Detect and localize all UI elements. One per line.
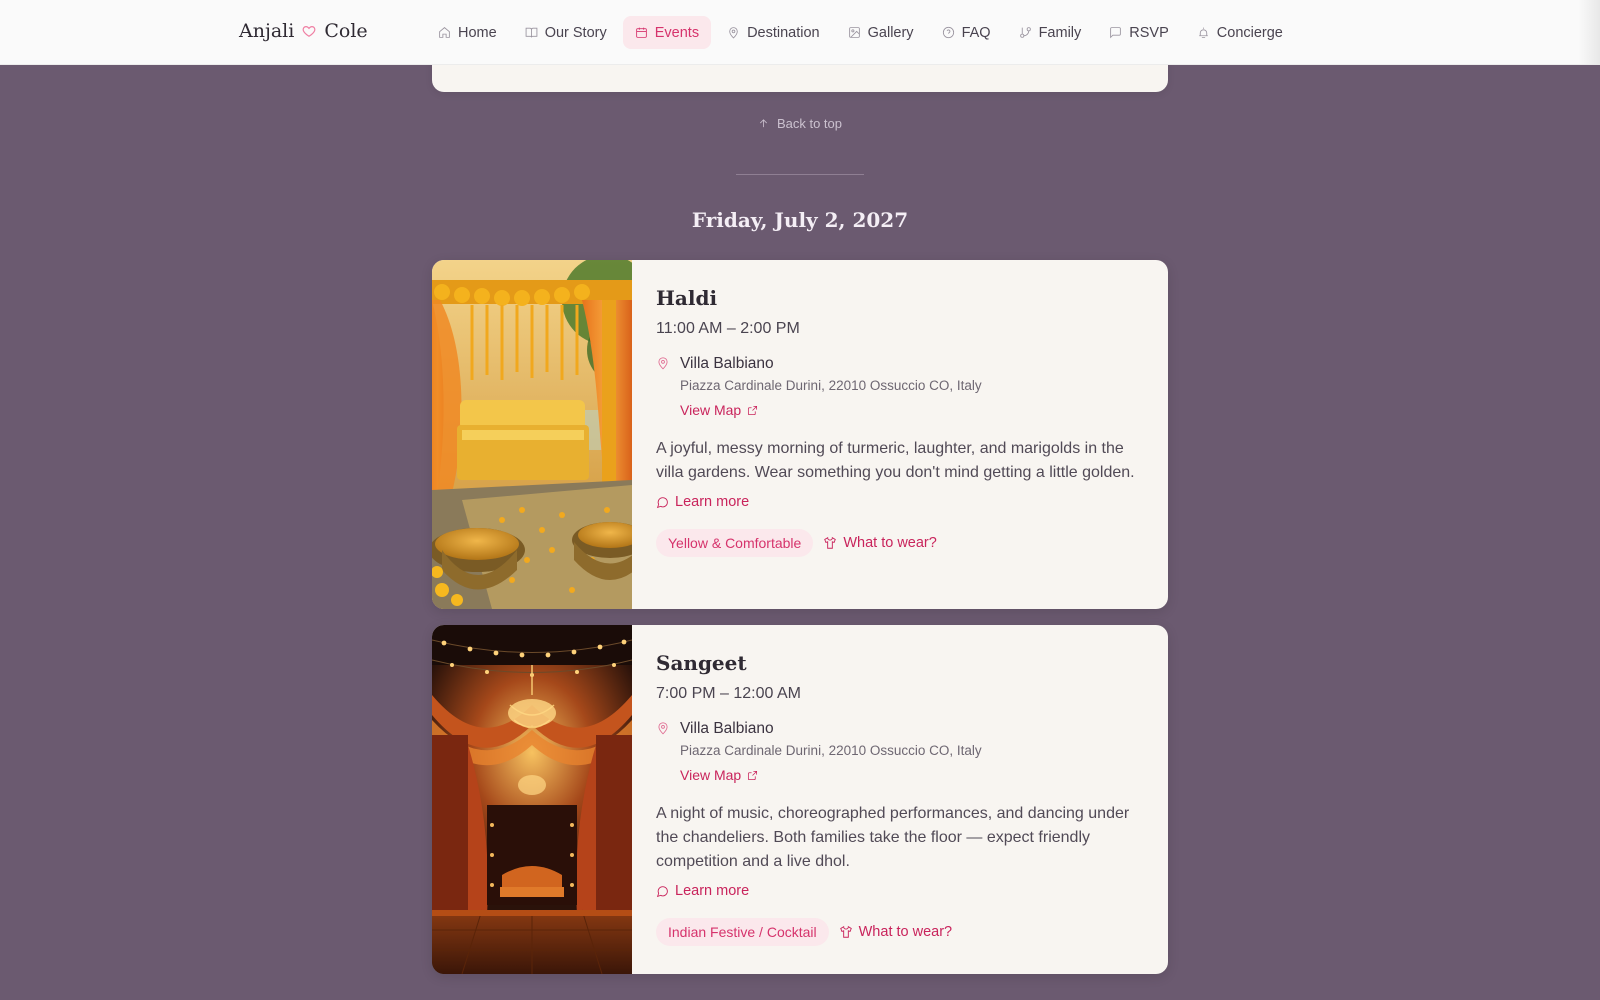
view-map-label: View Map	[680, 767, 742, 783]
git-branch-icon	[1019, 27, 1031, 38]
event-image-haldi	[432, 260, 632, 609]
nav-item-rsvp[interactable]: RSVP	[1097, 16, 1181, 49]
event-details: Haldi 11:00 AM – 2:00 PM Villa Balbiano …	[632, 260, 1168, 609]
event-description: A night of music, choreographed performa…	[656, 805, 1130, 870]
nav-item-label: RSVP	[1129, 24, 1169, 41]
external-link-icon	[748, 770, 758, 780]
learn-more-label: Learn more	[675, 494, 750, 510]
brand-second-name: Cole	[324, 20, 368, 42]
event-card-haldi: Haldi 11:00 AM – 2:00 PM Villa Balbiano …	[432, 260, 1168, 609]
sangeet-photo	[432, 625, 632, 974]
event-time: 7:00 PM – 12:00 AM	[656, 685, 801, 702]
event-title: Sangeet	[656, 651, 747, 675]
home-icon	[439, 27, 450, 38]
event-time: 11:00 AM – 2:00 PM	[656, 320, 800, 337]
back-to-top-label: Back to top	[776, 116, 843, 131]
brand-logo[interactable]: Anjali Cole	[239, 20, 368, 42]
event-description: A joyful, messy morning of turmeric, lau…	[656, 440, 1135, 481]
main-nav: Home Our Story Events Destination Galler…	[426, 16, 1295, 49]
venue-name: Villa Balbiano	[680, 720, 774, 737]
location-pin-icon	[656, 355, 670, 371]
event-location: Villa Balbiano Piazza Cardinale Durini, …	[656, 719, 1146, 785]
shirt-icon	[839, 925, 852, 938]
brand-first-name: Anjali	[239, 20, 295, 42]
shirt-icon	[824, 536, 837, 549]
haldi-photo	[432, 260, 632, 609]
view-map-label: View Map	[680, 402, 742, 418]
nav-item-label: FAQ	[961, 24, 991, 41]
what-to-wear-button[interactable]: What to wear?	[823, 535, 937, 551]
learn-more-label: Learn more	[675, 883, 750, 899]
what-to-wear-label: What to wear?	[843, 534, 937, 551]
top-navbar: Anjali Cole Home Our Story Events Destin…	[0, 0, 1600, 65]
nav-item-label: Events	[654, 24, 700, 41]
location-pin-icon	[656, 720, 670, 736]
nav-item-home[interactable]: Home	[426, 16, 509, 49]
day-heading: Friday, July 2, 2027	[691, 208, 909, 232]
bell-icon	[1198, 27, 1208, 38]
external-link-icon	[748, 405, 758, 415]
nav-edge-shadow	[1578, 0, 1600, 65]
dress-code-badge: Yellow & Comfortable	[656, 528, 814, 557]
help-circle-icon	[942, 26, 954, 39]
learn-more-button[interactable]: Learn more	[656, 881, 749, 901]
learn-more-button[interactable]: Learn more	[656, 492, 749, 512]
venue-name: Villa Balbiano	[680, 355, 774, 372]
book-icon	[525, 27, 538, 38]
message-square-icon	[1110, 27, 1122, 39]
section-divider	[736, 174, 864, 175]
image-icon	[848, 27, 860, 38]
nav-item-label: Home	[458, 24, 497, 41]
dress-code-row: Yellow & Comfortable What to wear?	[656, 528, 1146, 557]
map-pin-icon	[729, 27, 738, 39]
nav-item-concierge[interactable]: Concierge	[1185, 16, 1295, 49]
calendar-icon	[635, 27, 647, 38]
nav-item-our-story[interactable]: Our Story	[513, 16, 619, 49]
view-map-link[interactable]: View Map	[680, 765, 758, 785]
nav-item-label: Family	[1038, 24, 1082, 41]
arrow-up-icon	[759, 119, 767, 128]
event-location: Villa Balbiano Piazza Cardinale Durini, …	[656, 354, 1146, 420]
nav-item-destination[interactable]: Destination	[715, 16, 832, 49]
back-to-top-link[interactable]: Back to top	[0, 116, 1600, 131]
nav-item-label: Concierge	[1216, 24, 1283, 41]
nav-item-events[interactable]: Events	[622, 16, 712, 49]
nav-item-label: Gallery	[867, 24, 914, 41]
heart-icon	[302, 26, 316, 37]
dress-code-row: Indian Festive / Cocktail What to wear?	[656, 917, 1146, 946]
message-circle-icon	[656, 496, 668, 508]
what-to-wear-label: What to wear?	[858, 923, 953, 940]
dress-code-badge: Indian Festive / Cocktail	[656, 917, 829, 946]
nav-item-family[interactable]: Family	[1007, 16, 1094, 49]
event-details: Sangeet 7:00 PM – 12:00 AM Villa Balbian…	[632, 625, 1168, 974]
what-to-wear-button[interactable]: What to wear?	[839, 923, 953, 940]
venue-address: Piazza Cardinale Durini, 22010 Ossuccio …	[680, 378, 982, 393]
view-map-link[interactable]: View Map	[680, 400, 758, 420]
nav-item-label: Our Story	[544, 24, 607, 41]
event-image-sangeet	[432, 625, 632, 974]
nav-item-faq[interactable]: FAQ	[930, 16, 1003, 49]
nav-item-label: Destination	[747, 24, 820, 41]
nav-item-gallery[interactable]: Gallery	[836, 16, 926, 49]
event-title: Haldi	[656, 286, 718, 310]
event-card-sangeet: Sangeet 7:00 PM – 12:00 AM Villa Balbian…	[432, 625, 1168, 974]
venue-address: Piazza Cardinale Durini, 22010 Ossuccio …	[680, 743, 982, 758]
message-circle-icon	[656, 885, 668, 897]
